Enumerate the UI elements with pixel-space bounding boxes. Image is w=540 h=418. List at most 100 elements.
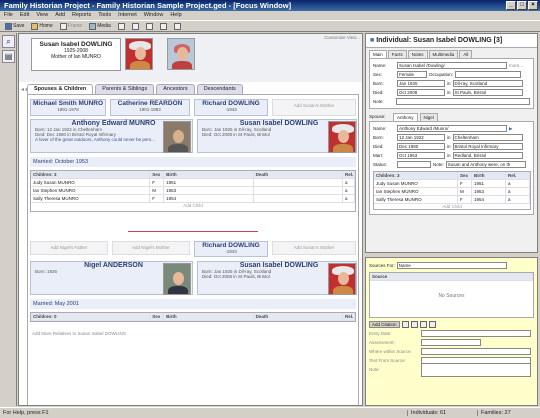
assessment-select[interactable]: [421, 339, 481, 346]
selected-name: Susan Isabel DOWLING: [39, 41, 113, 48]
tab-all[interactable]: All: [459, 50, 473, 58]
marriage-label: Married: May 2001: [30, 299, 356, 309]
spouse-born-date[interactable]: 12 Jan 1922: [397, 134, 445, 141]
tab-ancestors[interactable]: Ancestors: [156, 84, 195, 94]
focus-window: Customise View... Susan Isabel DOWLING 1…: [18, 33, 363, 406]
menu-bar: File Edit View Add Reports Tools Interne…: [0, 11, 540, 20]
entry-date-field[interactable]: [421, 330, 531, 337]
tab-main[interactable]: Main: [369, 50, 387, 58]
tool-button-5[interactable]: [172, 22, 183, 30]
separator: [128, 231, 258, 232]
note-field[interactable]: [396, 98, 530, 105]
tool-button-1[interactable]: [116, 22, 127, 30]
add-child-button[interactable]: Add Child: [31, 203, 355, 208]
table-row[interactable]: Judy Susan MUNRO F 1951 a: [374, 180, 530, 188]
add-citation-button[interactable]: Add Citation: [369, 321, 400, 328]
tool-button-2[interactable]: [130, 22, 141, 30]
customise-view-link[interactable]: Customise View...: [324, 35, 360, 40]
selected-person-card[interactable]: Susan Isabel DOWLING 1925-2008 Mother of…: [31, 38, 121, 71]
add-father-button[interactable]: Add Nigel's Father: [30, 241, 108, 255]
add-more-relatives-link[interactable]: Add More Relatives to Susan Isabel DOWLI…: [32, 331, 126, 336]
tool-icon: [173, 22, 181, 30]
menu-reports[interactable]: Reports: [72, 12, 91, 19]
focus-tabs: Spouses & Children Parents & Siblings An…: [27, 84, 357, 94]
parent-card[interactable]: Richard DOWLING -1943: [194, 241, 268, 257]
menu-file[interactable]: File: [4, 12, 13, 19]
records-view-button[interactable]: ▤: [2, 50, 15, 63]
parent-card[interactable]: Richard DOWLING -1943: [194, 99, 268, 116]
sex-select[interactable]: Female: [397, 71, 427, 78]
add-mother-button[interactable]: Add Nigel's Mother: [112, 241, 190, 255]
maximize-button[interactable]: □: [517, 1, 527, 10]
tab-parents-siblings[interactable]: Parents & Siblings: [95, 84, 155, 94]
focus-header: Customise View... Susan Isabel DOWLING 1…: [19, 34, 362, 82]
menu-tools[interactable]: Tools: [98, 12, 111, 19]
status-select[interactable]: [397, 161, 431, 168]
where-within-source-field[interactable]: [421, 348, 531, 355]
person-photo: [328, 121, 356, 153]
died-date-field[interactable]: Oct 2008: [397, 89, 445, 96]
spouse-tab-anthony[interactable]: Anthony: [393, 112, 418, 121]
table-row[interactable]: Judy Susan MUNRO F 1951 a: [31, 179, 355, 187]
born-place-field[interactable]: Dil-ray, Scotland: [452, 80, 523, 87]
go-arrow-icon[interactable]: ▶: [509, 126, 512, 132]
add-child-button[interactable]: Add Child: [374, 204, 530, 209]
save-button[interactable]: Save: [3, 22, 26, 30]
menu-internet[interactable]: Internet: [118, 12, 137, 19]
families-count: Families: 27: [477, 410, 537, 416]
media-button[interactable]: Media: [87, 22, 113, 30]
tab-multimedia[interactable]: Multimedia: [428, 50, 459, 58]
born-date-field[interactable]: Jan 1925: [397, 80, 445, 87]
marriage-date[interactable]: Oct 1953: [397, 152, 445, 159]
tool-icon: [145, 22, 153, 30]
individuals-count: Individuals: 61: [407, 410, 477, 416]
spouse-note[interactable]: Susan and Anthony were, on th: [445, 161, 526, 168]
table-row[interactable]: Ian Stephen MUNRO M 1953 a: [31, 187, 355, 195]
tool-button-3[interactable]: [144, 22, 155, 30]
edit-icon[interactable]: [401, 321, 409, 328]
minimize-button[interactable]: _: [506, 1, 516, 10]
parent-card[interactable]: Michael Smith MUNRO 1891-1978: [30, 99, 106, 116]
table-row[interactable]: Sally Theresa MUNRO F 1954 a: [31, 195, 355, 203]
name-field[interactable]: Susan Isabel /Dowling/: [397, 62, 507, 69]
tab-descendants[interactable]: Descendants: [196, 84, 243, 94]
table-row[interactable]: Sally Theresa MUNRO F 1954 a: [374, 196, 530, 204]
tab-notes[interactable]: Notes: [407, 50, 428, 58]
copy-icon[interactable]: [410, 321, 418, 328]
tool-icon: [131, 22, 139, 30]
focus-view-button[interactable]: ⌕: [2, 35, 15, 48]
spouse-died-place[interactable]: Bristol Royal Infirmary: [452, 143, 523, 150]
property-box: ■ Individual: Susan Isabel DOWLING [3] M…: [365, 33, 538, 253]
frame-button[interactable]: Frame: [58, 22, 84, 30]
frame-icon: [59, 22, 67, 30]
tab-spouses-children[interactable]: Spouses & Children: [27, 84, 94, 94]
table-row[interactable]: Ian Stephen MUNRO M 1953 a: [374, 188, 530, 196]
menu-view[interactable]: View: [36, 12, 48, 19]
tab-facts[interactable]: Facts: [387, 50, 407, 58]
spouse-name-field[interactable]: Anthony Edward /Munro/: [397, 125, 507, 132]
home-icon: [31, 22, 39, 30]
spouse-tab-nigel[interactable]: Nigel: [419, 112, 438, 121]
menu-edit[interactable]: Edit: [20, 12, 29, 19]
sources-panel: Sources For: Name Source No Sources Add C…: [365, 257, 538, 406]
died-place-field[interactable]: St Pauls, Bristol: [452, 89, 523, 96]
occupation-field[interactable]: [455, 71, 522, 78]
spouse-died-date[interactable]: Dec 1980: [397, 143, 445, 150]
paste-icon[interactable]: [428, 321, 436, 328]
menu-add[interactable]: Add: [55, 12, 65, 19]
menu-window[interactable]: Window: [144, 12, 164, 19]
more-link[interactable]: more...: [509, 63, 523, 68]
spouse-born-place[interactable]: Cheltenham: [452, 134, 523, 141]
delete-icon[interactable]: [419, 321, 427, 328]
close-button[interactable]: ×: [528, 1, 538, 10]
add-mother-button[interactable]: Add Susan's Mother: [272, 241, 356, 255]
marriage-place[interactable]: Redland, Bristol: [452, 152, 523, 159]
add-mother-button[interactable]: Add Susan's Mother: [272, 99, 356, 116]
menu-help[interactable]: Help: [170, 12, 181, 19]
focus-content: Michael Smith MUNRO 1891-1978 Catherine …: [27, 94, 359, 405]
sources-for-select[interactable]: Name: [396, 262, 507, 269]
tool-button-4[interactable]: [158, 22, 169, 30]
note-field[interactable]: [421, 362, 531, 377]
parent-card[interactable]: Catherine REARDON 1901-1983: [110, 99, 190, 116]
home-button[interactable]: Home: [29, 22, 54, 30]
